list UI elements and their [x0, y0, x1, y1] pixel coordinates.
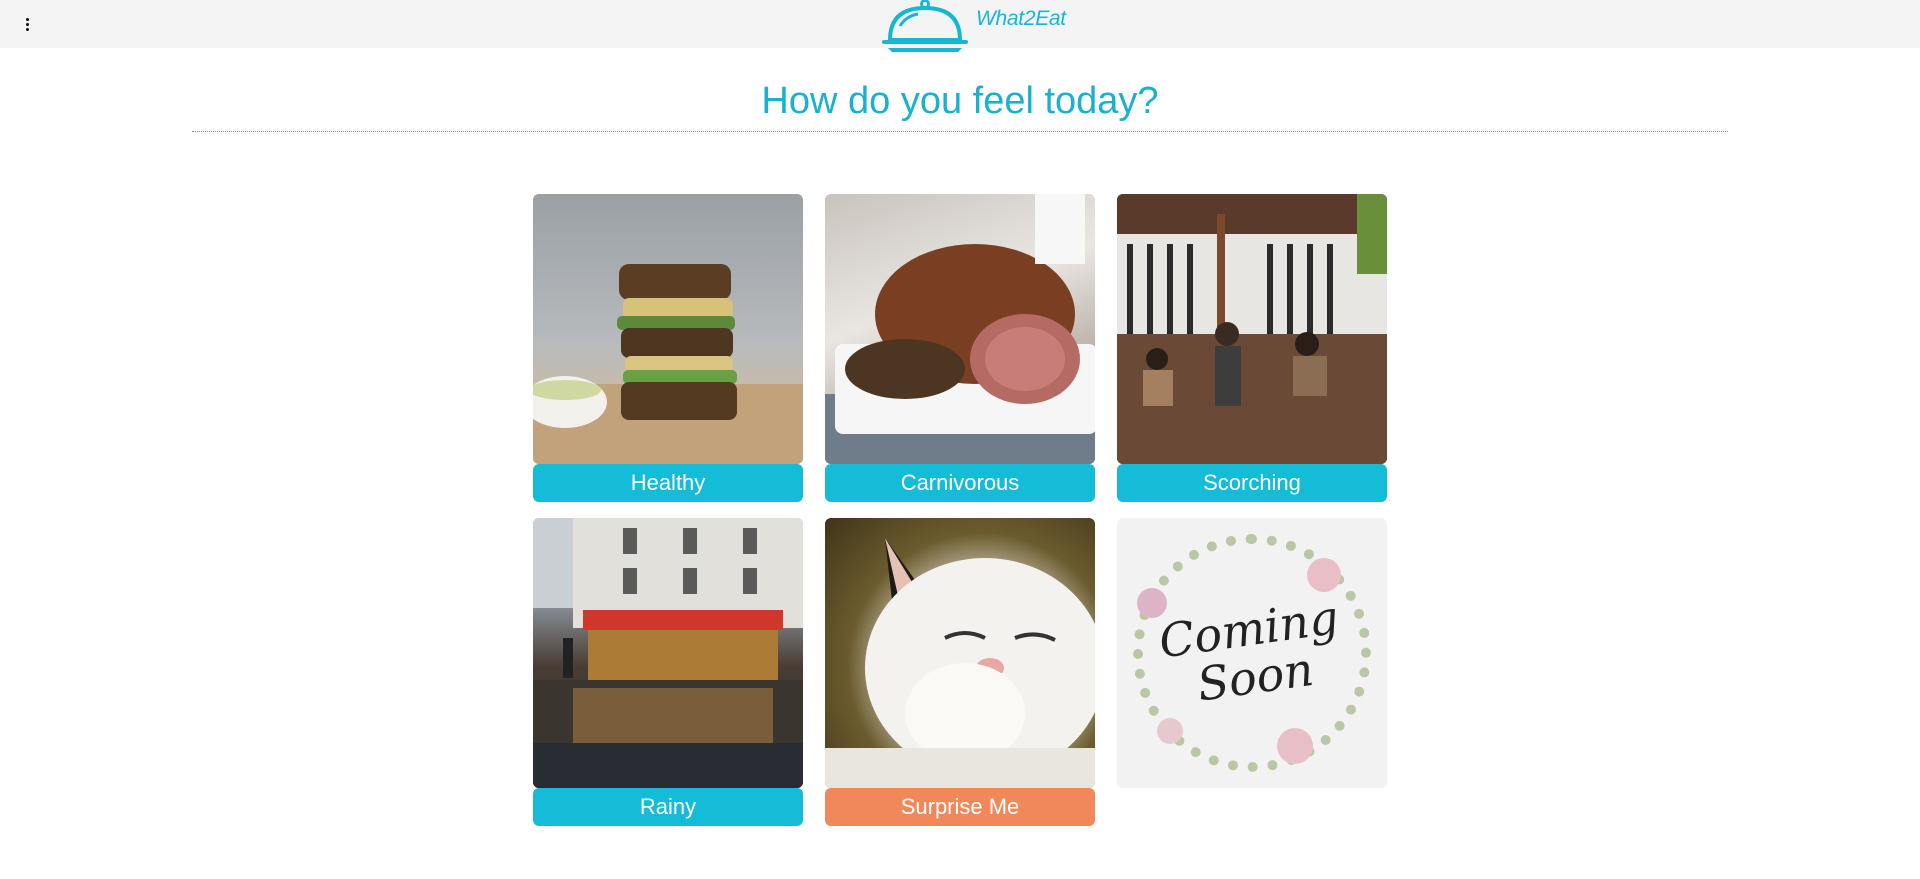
brand-logo-link[interactable]: What2Eat: [878, 0, 1066, 54]
mood-card-surprise-me[interactable]: Surprise Me: [825, 518, 1095, 826]
brand-name: What2Eat: [976, 7, 1066, 30]
mood-label: Surprise Me: [825, 788, 1095, 826]
page-title: How do you feel today?: [761, 80, 1159, 122]
rainy-image: [533, 518, 803, 788]
mood-label: Rainy: [533, 788, 803, 826]
coming-soon-image: Coming Soon: [1117, 518, 1387, 788]
mood-card-carnivorous[interactable]: Carnivorous: [825, 194, 1095, 502]
mood-label: Healthy: [533, 464, 803, 502]
mood-card-healthy[interactable]: Healthy: [533, 194, 803, 502]
mood-label: Scorching: [1117, 464, 1387, 502]
mood-card-scorching[interactable]: Scorching: [1117, 194, 1387, 502]
cloche-icon: [882, 0, 968, 52]
scorching-image: [1117, 194, 1387, 464]
coming-soon-card: Coming Soon: [1117, 518, 1387, 826]
carnivorous-image: [825, 194, 1095, 464]
surprise-me-image: [825, 518, 1095, 788]
mood-grid: Healthy Carnivorous Scorching Rainy Surp…: [533, 194, 1387, 826]
mood-label: Carnivorous: [825, 464, 1095, 502]
more-vert-icon[interactable]: [16, 12, 38, 36]
healthy-image: [533, 194, 803, 464]
mood-card-rainy[interactable]: Rainy: [533, 518, 803, 826]
top-app-bar: What2Eat: [0, 0, 1920, 52]
title-divider: [192, 131, 1728, 132]
